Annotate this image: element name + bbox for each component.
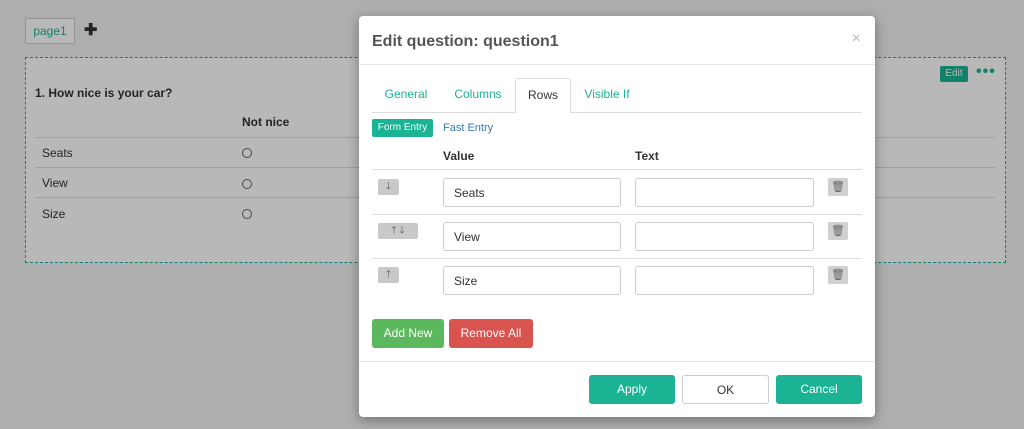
table-header-divider	[372, 169, 862, 170]
row-value-input[interactable]	[443, 178, 621, 207]
text-column-header: Text	[635, 149, 659, 163]
edit-question-dialog: Edit question: question1 × General Colum…	[359, 16, 875, 417]
tab-columns[interactable]: Columns	[444, 78, 512, 111]
arrow-up-icon: 🡑	[391, 225, 397, 236]
trash-icon: 🗑	[831, 269, 845, 281]
move-down-button[interactable]: 🡓	[378, 179, 399, 195]
arrow-up-icon: 🡑	[385, 269, 392, 280]
row-value-input[interactable]	[443, 266, 621, 295]
tab-general[interactable]: General	[372, 78, 440, 111]
apply-button[interactable]: Apply	[589, 375, 675, 404]
header-divider	[359, 64, 875, 65]
form-entry-button[interactable]: Form Entry	[372, 119, 433, 137]
row-text-input[interactable]	[635, 178, 814, 207]
dialog-tabs: General Columns Rows Visible If	[372, 78, 862, 114]
footer-divider	[359, 361, 875, 362]
value-column-header: Value	[443, 149, 475, 163]
row-value-input[interactable]	[443, 222, 621, 251]
row-divider	[372, 258, 862, 259]
add-new-button[interactable]: Add New	[372, 319, 444, 348]
delete-row-button[interactable]: 🗑	[828, 178, 848, 196]
arrow-down-icon: 🡓	[385, 181, 392, 192]
arrow-down-icon: 🡓	[399, 225, 405, 236]
move-up-down-button[interactable]: 🡑 🡓	[378, 223, 418, 239]
trash-icon: 🗑	[831, 181, 845, 193]
ok-button[interactable]: OK	[682, 375, 769, 404]
tab-visible-if[interactable]: Visible If	[574, 78, 640, 111]
row-text-input[interactable]	[635, 266, 814, 295]
row-text-input[interactable]	[635, 222, 814, 251]
tab-rows[interactable]: Rows	[515, 78, 571, 114]
move-up-button[interactable]: 🡑	[378, 267, 399, 283]
dialog-title: Edit question: question1	[372, 33, 559, 50]
delete-row-button[interactable]: 🗑	[828, 266, 848, 284]
fast-entry-link[interactable]: Fast Entry	[443, 122, 493, 134]
delete-row-button[interactable]: 🗑	[828, 222, 848, 240]
remove-all-button[interactable]: Remove All	[449, 319, 533, 348]
close-icon[interactable]: ×	[852, 30, 861, 48]
row-divider	[372, 214, 862, 215]
cancel-button[interactable]: Cancel	[776, 375, 862, 404]
trash-icon: 🗑	[831, 225, 845, 237]
